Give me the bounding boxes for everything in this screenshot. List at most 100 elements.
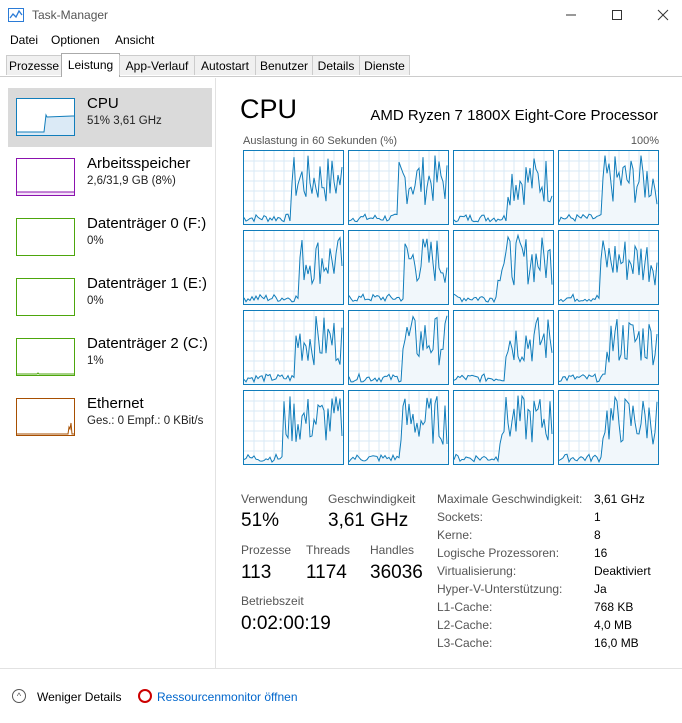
detail-label: L2-Cache:	[437, 618, 493, 632]
detail-label: Logische Prozessoren:	[437, 546, 560, 560]
sidebar-item-disk-0[interactable]: Datenträger 0 (F:) 0%	[8, 208, 212, 267]
sidebar-item-cpu[interactable]: CPU 51% 3,61 GHz	[8, 88, 212, 147]
sidebar-item-value: 2,6/31,9 GB (8%)	[87, 175, 176, 187]
disk-0-thumbnail-graph	[16, 218, 75, 256]
close-icon	[657, 9, 669, 21]
logical-processor-graph	[243, 390, 344, 465]
sidebar-item-label: Ethernet	[87, 395, 144, 412]
uptime-label: Betriebszeit	[241, 594, 304, 608]
resource-monitor-link[interactable]: Ressourcenmonitor öffnen	[157, 690, 298, 704]
detail-value: 768 KB	[594, 600, 634, 614]
cpu-thumbnail-graph	[16, 98, 75, 136]
sidebar-item-label: CPU	[87, 95, 119, 112]
chevron-up-icon: ^	[12, 689, 26, 703]
minimize-icon	[566, 14, 576, 16]
logical-processor-graph	[558, 310, 659, 385]
detail-value: 16	[594, 546, 608, 560]
detail-value: 3,61 GHz	[594, 492, 645, 506]
tab-autostart[interactable]: Autostart	[194, 55, 256, 75]
detail-label: Hyper-V-Unterstützung:	[437, 582, 563, 596]
uptime-value: 0:02:00:19	[241, 613, 331, 634]
logical-processor-graph	[243, 230, 344, 305]
sidebar-item-value: 0%	[87, 295, 104, 307]
logical-processor-graph	[348, 390, 449, 465]
handles-label: Handles	[370, 543, 415, 557]
cpu-heading: CPU	[240, 94, 298, 124]
logical-processor-graph	[453, 310, 554, 385]
sidebar-item-value: Ges.: 0 Empf.: 0 KBit/s	[87, 415, 204, 427]
sidebar-item-value: 1%	[87, 355, 104, 367]
logical-processor-graph	[348, 230, 449, 305]
logical-processor-graph	[243, 150, 344, 225]
logical-processor-graph	[453, 150, 554, 225]
handles-value: 36036	[370, 562, 423, 583]
maximize-icon	[612, 10, 622, 20]
disk-2-thumbnail-graph	[16, 338, 75, 376]
footer-bar: ^ Weniger Details Ressourcenmonitor öffn…	[0, 668, 682, 723]
tab-leistung[interactable]: Leistung	[61, 53, 120, 77]
fewer-details-label: Weniger Details	[37, 690, 122, 704]
menu-bar: Datei Optionen Ansicht	[0, 30, 682, 51]
usage-value: 51%	[241, 510, 280, 531]
memory-thumbnail-graph	[16, 158, 75, 196]
graph-max-label: 100%	[630, 135, 659, 147]
menu-datei[interactable]: Datei	[10, 33, 38, 47]
sidebar-item-value: 51% 3,61 GHz	[87, 115, 162, 127]
tab-dienste[interactable]: Dienste	[359, 55, 410, 75]
detail-label: L1-Cache:	[437, 600, 493, 614]
sidebar-item-memory[interactable]: Arbeitsspeicher 2,6/31,9 GB (8%)	[8, 148, 212, 207]
logical-processor-graph	[558, 230, 659, 305]
logical-processor-graph	[453, 230, 554, 305]
logical-processor-graph	[558, 390, 659, 465]
ethernet-thumbnail-graph	[16, 398, 75, 436]
logical-processor-graphs	[243, 150, 659, 466]
detail-value: 1	[594, 510, 601, 524]
sidebar-item-value: 0%	[87, 235, 104, 247]
detail-label: Virtualisierung:	[437, 564, 517, 578]
sidebar-item-label: Datenträger 1 (E:)	[87, 275, 208, 292]
cpu-model-name: AMD Ryzen 7 1800X Eight-Core Processor	[370, 107, 658, 124]
tab-bar: Prozesse Leistung App-Verlauf Autostart …	[0, 53, 682, 77]
detail-label: Maximale Geschwindigkeit:	[437, 492, 583, 506]
speed-value: 3,61 GHz	[328, 510, 409, 531]
sidebar-item-disk-1[interactable]: Datenträger 1 (E:) 0%	[8, 268, 212, 327]
detail-label: Sockets:	[437, 510, 484, 524]
sidebar-item-label: Datenträger 0 (F:)	[87, 215, 207, 232]
detail-value: Deaktiviert	[594, 564, 651, 578]
title-bar: Task-Manager	[0, 0, 682, 30]
tab-prozesse[interactable]: Prozesse	[6, 55, 62, 75]
detail-value: 16,0 MB	[594, 636, 639, 650]
close-button[interactable]	[640, 0, 682, 30]
logical-processor-graph	[348, 150, 449, 225]
resource-sidebar: CPU 51% 3,61 GHz Arbeitsspeicher 2,6/31,…	[0, 78, 216, 668]
sidebar-item-disk-2[interactable]: Datenträger 2 (C:) 1%	[8, 328, 212, 387]
tab-app-verlauf[interactable]: App-Verlauf	[119, 55, 195, 75]
processes-value: 113	[241, 562, 272, 583]
resource-monitor-icon	[138, 689, 152, 703]
cpu-detail-panel: CPU AMD Ryzen 7 1800X Eight-Core Process…	[216, 78, 682, 668]
logical-processor-graph	[453, 390, 554, 465]
window-title: Task-Manager	[32, 8, 109, 22]
sidebar-item-label: Arbeitsspeicher	[87, 155, 191, 172]
tab-details[interactable]: Details	[312, 55, 360, 75]
usage-label: Verwendung	[241, 492, 308, 506]
tab-benutzer[interactable]: Benutzer	[255, 55, 313, 75]
speed-label: Geschwindigkeit	[328, 492, 416, 506]
disk-1-thumbnail-graph	[16, 278, 75, 316]
menu-optionen[interactable]: Optionen	[51, 33, 100, 47]
detail-value: Ja	[594, 582, 607, 596]
menu-ansicht[interactable]: Ansicht	[115, 33, 154, 47]
task-manager-icon	[8, 8, 24, 22]
threads-label: Threads	[306, 543, 351, 557]
detail-label: Kerne:	[437, 528, 473, 542]
maximize-button[interactable]	[594, 0, 640, 30]
sidebar-item-ethernet[interactable]: Ethernet Ges.: 0 Empf.: 0 KBit/s	[8, 388, 212, 447]
sidebar-item-label: Datenträger 2 (C:)	[87, 335, 208, 352]
logical-processor-graph	[348, 310, 449, 385]
minimize-button[interactable]	[548, 0, 594, 30]
logical-processor-graph	[558, 150, 659, 225]
threads-value: 1174	[306, 562, 347, 583]
logical-processor-graph	[243, 310, 344, 385]
detail-label: L3-Cache:	[437, 636, 493, 650]
processes-label: Prozesse	[241, 543, 292, 557]
